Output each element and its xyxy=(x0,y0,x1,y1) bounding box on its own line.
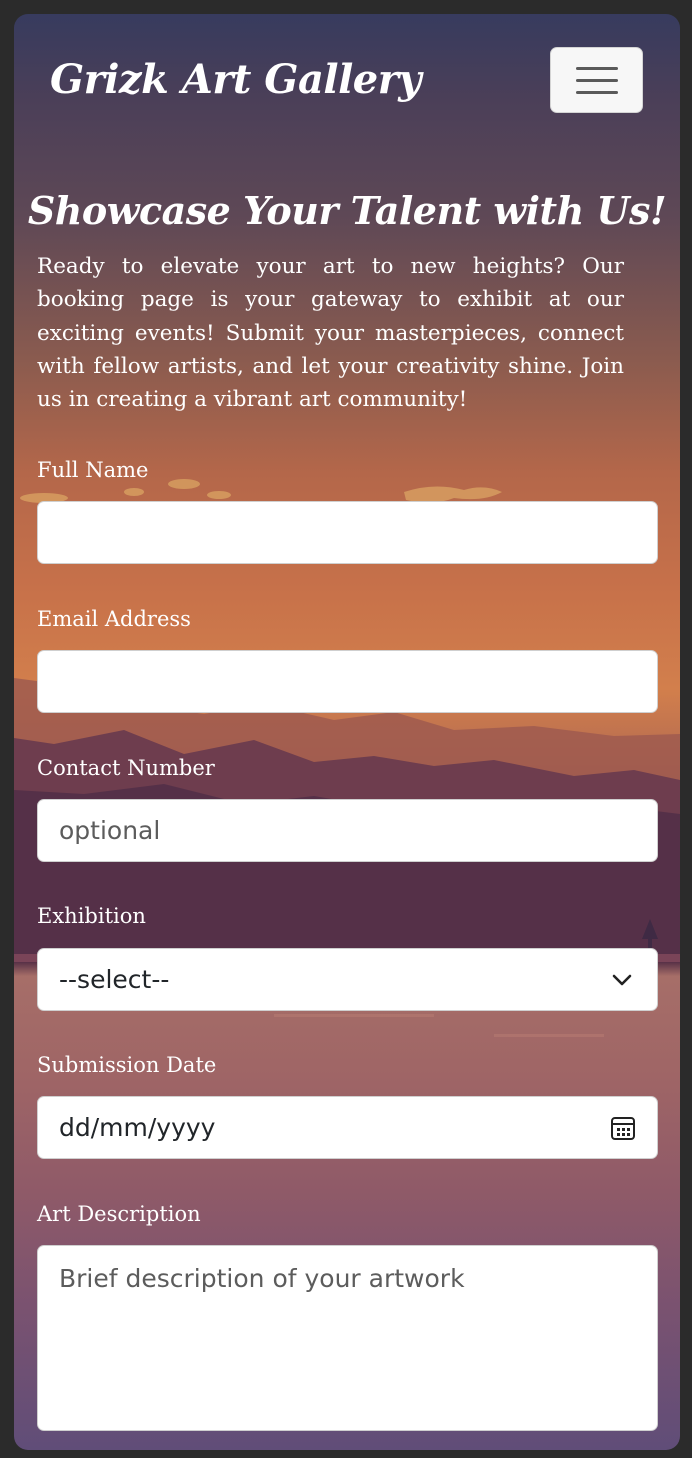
full-name-input[interactable] xyxy=(37,501,658,564)
page-title: Showcase Your Talent with Us! xyxy=(27,188,667,233)
exhibition-select[interactable]: --select-- xyxy=(37,948,658,1011)
contact-number-input[interactable] xyxy=(37,799,658,862)
submission-date-input[interactable]: dd/mm/yyyy xyxy=(37,1096,658,1159)
exhibition-label: Exhibition xyxy=(37,904,146,928)
page-container: Grizk Art Gallery Showcase Your Talent w… xyxy=(14,14,680,1450)
intro-paragraph: Ready to elevate your art to new heights… xyxy=(37,254,624,413)
calendar-icon[interactable] xyxy=(610,1115,636,1141)
contact-number-label: Contact Number xyxy=(37,756,215,780)
brand-logo[interactable]: Grizk Art Gallery xyxy=(50,56,422,103)
art-description-label: Art Description xyxy=(37,1202,201,1226)
email-label: Email Address xyxy=(37,607,191,631)
full-name-label: Full Name xyxy=(37,458,149,482)
chevron-down-icon xyxy=(612,974,632,986)
exhibition-selected-value: --select-- xyxy=(59,965,170,994)
menu-toggle-button[interactable] xyxy=(550,47,643,113)
date-value: dd/mm/yyyy xyxy=(59,1113,216,1142)
art-description-textarea[interactable] xyxy=(37,1245,658,1431)
submission-date-label: Submission Date xyxy=(37,1053,217,1077)
email-input[interactable] xyxy=(37,650,658,713)
